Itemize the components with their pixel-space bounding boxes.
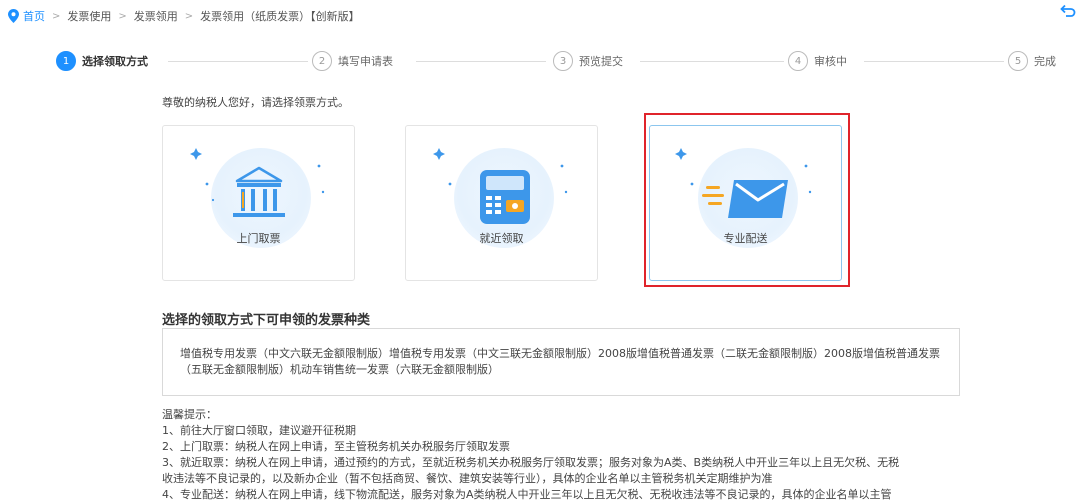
bank-building-icon xyxy=(190,148,325,217)
step-label: 完成 xyxy=(1034,55,1056,68)
breadcrumb: 首页 > 发票使用 > 发票领用 > 发票领用（纸质发票）【创新版】 xyxy=(8,7,360,25)
method-card-nearby-pickup[interactable]: 就近领取 xyxy=(405,125,598,281)
step-number: 1 xyxy=(56,51,76,71)
step-connector xyxy=(640,61,784,62)
method-card-label: 就近领取 xyxy=(479,232,524,245)
step-label: 填写申请表 xyxy=(338,55,393,68)
step-2: 2 填写申请表 xyxy=(312,51,393,71)
method-card-door-pickup[interactable]: 上门取票 xyxy=(162,125,355,281)
breadcrumb-separator: > xyxy=(118,10,127,22)
breadcrumb-item-invoice-collect[interactable]: 发票领用 xyxy=(134,8,178,24)
step-1: 1 选择领取方式 xyxy=(56,51,148,71)
back-arrow-icon[interactable] xyxy=(1060,3,1076,19)
step-connector xyxy=(416,61,546,62)
intro-text: 尊敬的纳税人您好，请选择领票方式。 xyxy=(162,96,349,109)
location-pin-icon xyxy=(8,9,19,23)
tip-line: 1、前往大厅窗口领取，建议避开征税期 xyxy=(162,424,356,437)
tip-line: 3、就近取票：纳税人在网上申请，通过预约的方式，至就近税务机关办税服务厅领取发票… xyxy=(162,456,900,469)
step-4: 4 审核中 xyxy=(788,51,847,71)
selection-highlight-frame xyxy=(644,113,850,287)
invoice-types-text: 增值税专用发票（中文六联无金额限制版）增值税专用发票（中文三联无金额限制版）20… xyxy=(180,347,940,376)
step-number: 2 xyxy=(312,51,332,71)
invoice-types-title: 选择的领取方式下可申领的发票种类 xyxy=(162,313,371,328)
step-label: 审核中 xyxy=(814,55,847,68)
invoice-types-box: 增值税专用发票（中文六联无金额限制版）增值税专用发票（中文三联无金额限制版）20… xyxy=(162,328,960,396)
breadcrumb-home-link[interactable]: 首页 xyxy=(23,8,45,24)
progress-steps: 1 选择领取方式 2 填写申请表 3 预览提交 4 审核中 5 完成 xyxy=(56,51,1066,73)
step-number: 3 xyxy=(553,51,573,71)
step-label: 预览提交 xyxy=(579,55,623,68)
step-5: 5 完成 xyxy=(1008,51,1056,71)
invoice-terminal-icon xyxy=(433,148,568,224)
breadcrumb-separator: > xyxy=(184,10,194,22)
step-number: 4 xyxy=(788,51,808,71)
breadcrumb-item-invoice-use[interactable]: 发票使用 xyxy=(67,8,111,24)
tip-line: 2、上门取票：纳税人在网上申请，至主管税务机关办税服务厅领取发票 xyxy=(162,440,510,453)
tip-line: 4、专业配送：纳税人在网上申请，线下物流配送，服务对象为A类纳税人中开业三年以上… xyxy=(162,488,892,500)
breadcrumb-separator: > xyxy=(52,10,61,22)
step-connector xyxy=(168,61,308,62)
step-connector xyxy=(864,61,1004,62)
tips-panel: 温馨提示： 1、前往大厅窗口领取，建议避开征税期 2、上门取票：纳税人在网上申请… xyxy=(162,407,972,500)
breadcrumb-item-current: 发票领用（纸质发票）【创新版】 xyxy=(200,10,360,23)
method-card-label: 上门取票 xyxy=(236,232,281,245)
step-label: 选择领取方式 xyxy=(82,55,148,68)
step-3: 3 预览提交 xyxy=(553,51,623,71)
step-number: 5 xyxy=(1008,51,1028,71)
tip-line: 收违法等不良记录的，以及新办企业（暂不包括商贸、餐饮、建筑安装等行业），具体的企… xyxy=(162,472,773,485)
tips-title: 温馨提示： xyxy=(162,408,217,421)
